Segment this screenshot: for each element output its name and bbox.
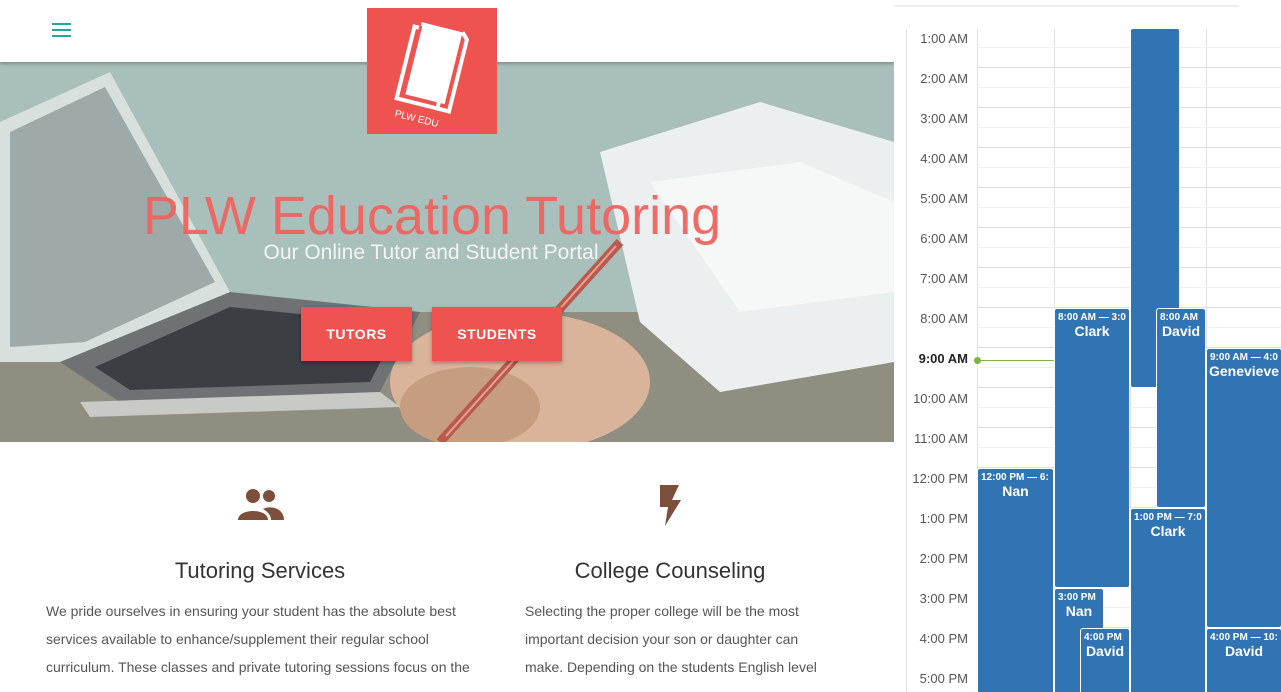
- event-time: 1:00 PM — 7:0: [1134, 512, 1202, 523]
- hour-label: 8:00 AM: [920, 311, 968, 326]
- event-time: 3:00 PM: [1058, 592, 1096, 603]
- hero-subtitle: Our Online Tutor and Student Portal: [263, 241, 599, 264]
- event-time: 8:00 AM: [1160, 312, 1198, 323]
- calendar-panel: 1:00 AM 2:00 AM 3:00 AM 4:00 AM 5:00 AM …: [894, 0, 1281, 692]
- hour-gridline: [977, 227, 1281, 228]
- event-name: Nan: [1065, 603, 1093, 619]
- event-name: David: [1224, 643, 1264, 659]
- hour-gridline: [977, 67, 1281, 68]
- event-time: 9:00 AM — 4:0: [1210, 352, 1278, 363]
- event-name: Genevieve: [1208, 363, 1280, 379]
- feature-title-tutoring: Tutoring Services: [174, 558, 346, 583]
- tutors-button[interactable]: TUTORS: [301, 307, 412, 361]
- hour-gridline: [977, 147, 1281, 148]
- feature-text-tutoring: We pride ourselves in ensuring your stud…: [46, 597, 486, 681]
- calendar-event[interactable]: 8:00 AM — 3:0 Clark: [1054, 308, 1130, 588]
- event-time: 4:00 PM — 10:: [1210, 632, 1278, 643]
- calendar-event[interactable]: 4:00 PM — 10: David: [1206, 628, 1281, 692]
- hour-label: 6:00 AM: [920, 231, 968, 246]
- hour-label: 7:00 AM: [920, 271, 968, 286]
- hour-label: 12:00 PM: [912, 471, 968, 486]
- calendar-event[interactable]: 1:00 PM — 7:0 Clark: [1130, 508, 1206, 692]
- half-hour-gridline: [977, 127, 1281, 128]
- event-name: David: [1085, 643, 1125, 659]
- calendar-header-divider: [894, 5, 1239, 7]
- book-icon: PLW EDU: [393, 22, 470, 131]
- hour-label: 10:00 AM: [913, 391, 968, 406]
- half-hour-gridline: [977, 87, 1281, 88]
- event-name: David: [1161, 323, 1201, 339]
- hour-gridline: [977, 107, 1281, 108]
- hour-label: 5:00 AM: [920, 191, 968, 206]
- text-line: services available to enhance/supplement…: [46, 631, 429, 647]
- event-time: 4:00 PM: [1084, 632, 1122, 643]
- hour-gridline: [977, 267, 1281, 268]
- current-time-indicator: [977, 360, 1055, 361]
- event-time: 12:00 PM — 6:: [981, 472, 1049, 483]
- people-icon: [238, 489, 284, 520]
- half-hour-gridline: [977, 207, 1281, 208]
- event-time: 8:00 AM — 3:0: [1058, 312, 1126, 323]
- hour-label: 2:00 AM: [920, 71, 968, 86]
- hour-label: 1:00 AM: [920, 31, 968, 46]
- event-name: Clark: [1074, 323, 1110, 339]
- logo-text: PLW EDU: [393, 109, 439, 131]
- current-time-dot: [974, 357, 981, 364]
- current-hour-label: 9:00 AM: [918, 351, 968, 366]
- calendar-event[interactable]: 12:00 PM — 6: Nan: [977, 468, 1054, 692]
- hour-gridline: [977, 187, 1281, 188]
- text-line: curriculum. These classes and private tu…: [46, 659, 470, 675]
- hour-label: 4:00 PM: [919, 631, 968, 646]
- website-panel: PLW Education Tutoring Our Online Tutor …: [0, 0, 894, 692]
- feature-text-counseling: Selecting the proper college will be the…: [525, 597, 855, 681]
- text-line: We pride ourselves in ensuring your stud…: [46, 603, 456, 619]
- hero-title: PLW Education Tutoring: [142, 186, 722, 246]
- hour-label: 3:00 AM: [920, 111, 968, 126]
- half-hour-gridline: [977, 167, 1281, 168]
- calendar-event[interactable]: 9:00 AM — 4:0 Genevieve: [1206, 348, 1281, 628]
- text-line: Selecting the proper college will be the…: [525, 603, 799, 619]
- hour-label: 4:00 AM: [920, 151, 968, 166]
- students-button[interactable]: STUDENTS: [432, 307, 562, 361]
- calendar-event[interactable]: 8:00 AM David: [1156, 308, 1206, 508]
- half-hour-gridline: [977, 247, 1281, 248]
- hour-label: 1:00 PM: [919, 511, 968, 526]
- half-hour-gridline: [977, 287, 1281, 288]
- hour-label: 2:00 PM: [919, 551, 968, 566]
- event-name: Clark: [1150, 523, 1186, 539]
- hamburger-menu-icon[interactable]: [52, 23, 71, 37]
- plw-edu-logo[interactable]: PLW EDU: [367, 8, 497, 134]
- calendar-event[interactable]: 4:00 PM David: [1080, 628, 1130, 692]
- text-line: make. Depending on the students English …: [525, 659, 817, 675]
- half-hour-gridline: [977, 47, 1281, 48]
- hour-label: 11:00 AM: [914, 431, 968, 446]
- hour-label: 3:00 PM: [919, 591, 968, 606]
- feature-title-counseling: College Counseling: [574, 558, 766, 583]
- lightning-bolt-icon: [660, 485, 681, 526]
- hour-label: 5:00 PM: [919, 671, 968, 686]
- text-line: important decision your son or daughter …: [525, 631, 799, 647]
- event-name: Nan: [1002, 483, 1029, 499]
